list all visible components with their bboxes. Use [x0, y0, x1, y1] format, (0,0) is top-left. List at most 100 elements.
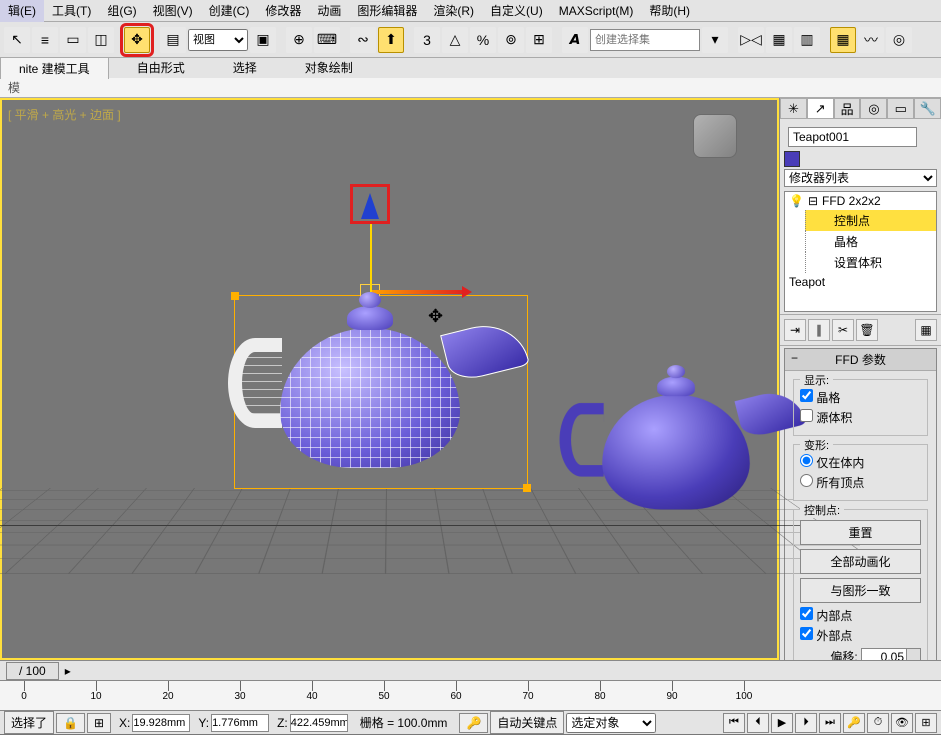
time-slider-knob[interactable]: / 100 — [6, 662, 59, 680]
selection-set-input[interactable] — [590, 29, 700, 51]
scrollbar-right-icon[interactable]: ▸ — [65, 664, 71, 678]
edged-faces-icon[interactable]: ⊞ — [526, 27, 552, 53]
menu-tools[interactable]: 工具(T) — [44, 0, 99, 22]
ribbon-group-freeform[interactable]: 自由形式 — [113, 57, 209, 78]
inside-only-radio[interactable]: 仅在体内 — [800, 454, 921, 471]
stack-sub-volume[interactable]: 设置体积 — [805, 252, 936, 273]
offset-input[interactable] — [861, 648, 907, 660]
match-shape-button[interactable]: 与图形一致 — [800, 578, 921, 603]
angle-snap-icon[interactable]: ⬆ — [378, 27, 404, 53]
viewcube[interactable] — [693, 114, 737, 158]
snap-toggle-icon[interactable]: ∾ — [350, 27, 376, 53]
animate-all-button[interactable]: 全部动画化 — [800, 549, 921, 574]
time-config-icon[interactable]: ⏱ — [867, 713, 889, 733]
use-pivot-center-icon[interactable]: ▣ — [250, 27, 276, 53]
menu-create[interactable]: 创建(C) — [201, 0, 258, 22]
viewport-nav-icon[interactable]: ⊞ — [915, 713, 937, 733]
remove-modifier-icon[interactable]: 🗑 — [856, 319, 878, 341]
layer-manager-icon[interactable]: ▤ — [160, 27, 186, 53]
make-unique-icon[interactable]: ✂ — [832, 319, 854, 341]
mirror-icon[interactable]: ▷◁ — [738, 27, 764, 53]
autokey-button[interactable]: 自动关键点 — [490, 711, 564, 734]
menu-view[interactable]: 视图(V) — [145, 0, 201, 22]
lock-selection-icon[interactable]: 🔒 — [56, 713, 85, 733]
percent-snap-icon[interactable]: % — [470, 27, 496, 53]
move-tool-icon[interactable]: ✥ — [124, 27, 150, 53]
configure-sets-icon[interactable]: ▦ — [915, 319, 937, 341]
spinner-snap-icon[interactable]: ⊚ — [498, 27, 524, 53]
next-frame-icon[interactable]: ⏵ — [795, 713, 817, 733]
coord-z-input[interactable] — [290, 714, 348, 732]
window-crossing-icon[interactable]: ◫ — [88, 27, 114, 53]
lattice-checkbox[interactable]: 晶格 — [800, 389, 921, 406]
time-slider-row[interactable]: / 100 ▸ — [0, 660, 941, 680]
isolate-icon[interactable]: 👁 — [891, 713, 913, 733]
pin-stack-icon[interactable]: ⇥ — [784, 319, 806, 341]
goto-end-icon[interactable]: ⏭ — [819, 713, 841, 733]
coord-x-input[interactable] — [132, 714, 190, 732]
menu-group[interactable]: 组(G) — [99, 0, 144, 22]
show-end-result-icon[interactable]: ∥ — [808, 319, 830, 341]
ribbon-tab-modeling[interactable]: nite 建模工具 — [0, 57, 109, 79]
panel-tab-utilities-icon[interactable]: 🔧 — [914, 98, 941, 119]
menu-customize[interactable]: 自定义(U) — [482, 0, 551, 22]
key-mode-icon[interactable]: 🔑 — [843, 713, 865, 733]
ribbon-group-select[interactable]: 选择 — [209, 57, 281, 78]
ref-coord-dropdown[interactable]: 视图 — [188, 29, 248, 51]
selection-set-dropdown-icon[interactable]: ▾ — [702, 27, 728, 53]
key-filters-dropdown[interactable]: 选定对象 — [566, 713, 656, 733]
stack-sub-lattice[interactable]: 晶格 — [805, 231, 936, 252]
stack-base-teapot[interactable]: Teapot — [785, 273, 936, 291]
key-icon[interactable]: 🔑 — [459, 713, 488, 733]
object-color-swatch[interactable] — [784, 151, 800, 167]
align-icon[interactable]: ▦ — [766, 27, 792, 53]
menu-maxscript[interactable]: MAXScript(M) — [551, 1, 642, 21]
schematic-view-icon[interactable]: 〰 — [858, 27, 884, 53]
viewport-label[interactable]: [ 平滑 + 高光 + 边面 ] — [8, 106, 121, 123]
goto-start-icon[interactable]: ⏮ — [723, 713, 745, 733]
select-by-name-icon[interactable]: ≡ — [32, 27, 58, 53]
coord-y-input[interactable] — [211, 714, 269, 732]
stack-sub-control[interactable]: 控制点 — [805, 210, 936, 231]
ribbon-group-paint[interactable]: 对象绘制 — [281, 57, 377, 78]
named-selection-icon[interactable]: 𝘼 — [562, 27, 588, 53]
teapot-unselected[interactable] — [602, 395, 750, 510]
curve-editor-icon[interactable]: ▦ — [830, 27, 856, 53]
all-verts-radio[interactable]: 所有顶点 — [800, 474, 921, 491]
menu-edit[interactable]: 辑(E) — [0, 0, 44, 22]
rect-select-icon[interactable]: ▭ — [60, 27, 86, 53]
bulb-icon[interactable]: 💡 — [789, 194, 804, 208]
menu-render[interactable]: 渲染(R) — [425, 0, 482, 22]
source-volume-checkbox[interactable]: 源体积 — [800, 409, 921, 426]
modifier-stack[interactable]: 💡 ⊟ FFD 2x2x2 控制点 晶格 设置体积 Teapot — [784, 191, 937, 312]
material-editor-icon[interactable]: ◎ — [886, 27, 912, 53]
absolute-transform-icon[interactable]: ⊞ — [87, 713, 111, 733]
angle-snap-toggle-icon[interactable]: △ — [442, 27, 468, 53]
menu-modifiers[interactable]: 修改器 — [257, 0, 309, 22]
expand-icon[interactable]: ⊟ — [808, 194, 818, 208]
teapot-selected[interactable] — [280, 328, 460, 468]
panel-tab-motion-icon[interactable]: ◎ — [860, 98, 887, 119]
gizmo-x-axis[interactable] — [372, 290, 466, 294]
menu-help[interactable]: 帮助(H) — [641, 0, 698, 22]
keyboard-shortcut-icon[interactable]: ⌨ — [314, 27, 340, 53]
modifier-list-dropdown[interactable]: 修改器列表 — [784, 169, 937, 187]
select-object-icon[interactable]: ↖ — [4, 27, 30, 53]
spinner-arrows-icon[interactable] — [907, 648, 921, 660]
select-manipulate-icon[interactable]: ⊕ — [286, 27, 312, 53]
panel-tab-hierarchy-icon[interactable]: 品 — [834, 98, 861, 119]
rollout-header[interactable]: FFD 参数 — [785, 349, 936, 371]
menu-graph-editors[interactable]: 图形编辑器 — [349, 0, 425, 22]
outer-points-checkbox[interactable]: 外部点 — [800, 627, 921, 644]
menu-animation[interactable]: 动画 — [309, 0, 349, 22]
panel-tab-create-icon[interactable]: ✳ — [780, 98, 807, 119]
prev-frame-icon[interactable]: ⏴ — [747, 713, 769, 733]
viewport-perspective[interactable]: [ 平滑 + 高光 + 边面 ] ✥ — [0, 98, 779, 660]
layer-explorer-icon[interactable]: ▥ — [794, 27, 820, 53]
snap-3-icon[interactable]: 3 — [414, 27, 440, 53]
offset-spinner[interactable] — [861, 648, 921, 660]
reset-button[interactable]: 重置 — [800, 520, 921, 545]
inner-points-checkbox[interactable]: 内部点 — [800, 607, 921, 624]
stack-ffd[interactable]: FFD 2x2x2 — [822, 194, 881, 208]
play-icon[interactable]: ▶ — [771, 713, 793, 733]
